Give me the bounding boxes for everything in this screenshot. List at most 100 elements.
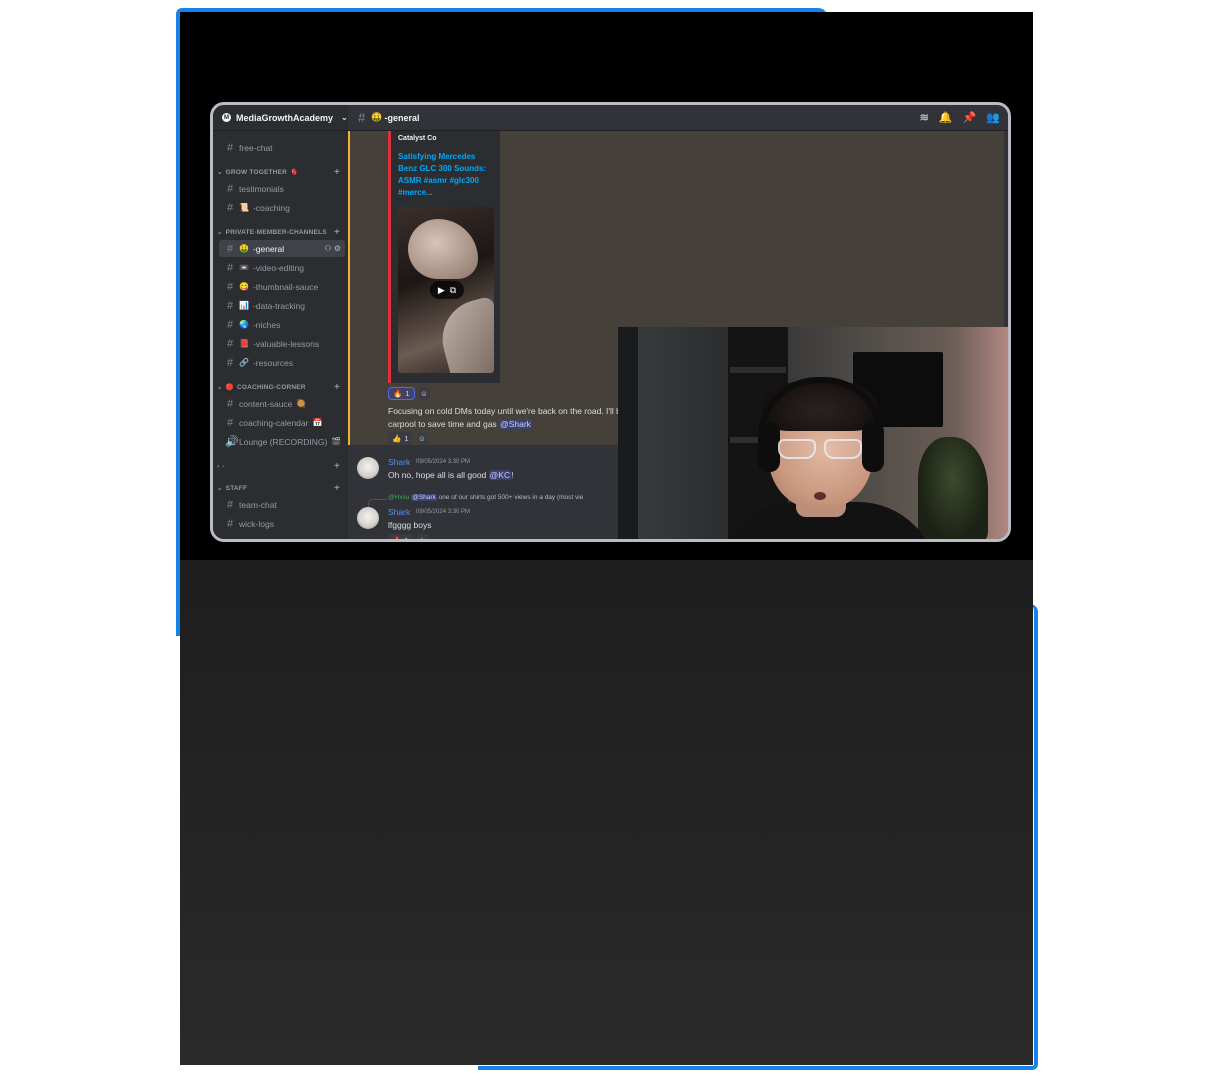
- channel-emoji: 📼: [239, 263, 249, 272]
- sidebar-item-thumbnail-sauce[interactable]: # 😋 -thumbnail-sauce: [219, 278, 345, 295]
- video-embed: Catalyst Co Satisfying Mercedes Benz GLC…: [388, 131, 500, 383]
- plus-icon[interactable]: +: [334, 167, 340, 178]
- channel-emoji: 😋: [239, 282, 249, 291]
- category-coaching-corner[interactable]: ⌄ 🔴 COACHING-CORNER +: [217, 381, 343, 393]
- category-grow-together[interactable]: ⌄ GROW TOGETHER 🫀 +: [217, 166, 343, 178]
- add-reaction-icon[interactable]: ☺: [418, 387, 430, 400]
- sidebar-item-niches[interactable]: # 🌏 -niches: [219, 316, 345, 333]
- hash-icon: #: [226, 280, 234, 293]
- message-body: lfgggg boys: [388, 520, 432, 530]
- hash-icon: #: [226, 397, 234, 410]
- header-toolbar: ≋ 🔔 📌 👥: [920, 111, 1000, 124]
- reply-connector: [368, 499, 387, 507]
- sidebar-item-resources[interactable]: # 🔗 -resources: [219, 354, 345, 371]
- chevron-down-icon: ⌄: [217, 229, 223, 236]
- channel-label: content-sauce: [239, 398, 293, 409]
- cam-window: [618, 327, 638, 539]
- hash-icon: #: [226, 242, 234, 255]
- sidebar-item-content-sauce[interactable]: # content-sauce 🥘: [219, 395, 345, 412]
- channel-label: -niches: [252, 319, 281, 330]
- members-icon[interactable]: 👥: [986, 111, 1000, 124]
- sidebar-item-data-tracking[interactable]: # 📊 -data-tracking: [219, 297, 345, 314]
- category-label: -: [222, 462, 225, 470]
- glasses-lens-right: [824, 439, 862, 459]
- server-logo-icon: M: [222, 113, 231, 122]
- reaction-thumbs-up[interactable]: 👍 1: [388, 432, 413, 445]
- play-button[interactable]: ▶ ⧉: [430, 281, 464, 299]
- open-external-icon: ⧉: [449, 284, 457, 295]
- sidebar-item-testimonials[interactable]: # testimonials: [219, 180, 345, 197]
- avatar[interactable]: [357, 457, 379, 479]
- server-header[interactable]: M MediaGrowthAcademy ⌄: [213, 105, 348, 131]
- channel-label: -general: [252, 243, 285, 254]
- reaction-emoji: 🔥: [392, 536, 402, 542]
- hash-icon: #: [226, 337, 234, 350]
- plus-icon[interactable]: +: [334, 483, 340, 494]
- chevron-down-icon: ⌄: [217, 384, 223, 391]
- mention-kc[interactable]: @KC: [488, 470, 512, 480]
- server-name: MediaGrowthAcademy: [236, 112, 334, 123]
- channel-emoji: 📕: [239, 339, 249, 348]
- bell-icon[interactable]: 🔔: [939, 111, 953, 124]
- invite-settings-icon[interactable]: ⚇ ⚙: [324, 244, 341, 253]
- glasses-lens-left: [778, 439, 816, 459]
- sidebar-item-team-chat[interactable]: # team-chat: [219, 496, 345, 513]
- cam-person-glasses: [776, 439, 868, 461]
- sidebar-item-lounge[interactable]: 🔊 Lounge (RECORDING) 🎬: [219, 433, 345, 450]
- chevron-right-icon: ›: [217, 462, 220, 470]
- embed-thumbnail[interactable]: ▶ ⧉: [398, 207, 494, 373]
- chevron-down-icon: ⌄: [341, 113, 348, 122]
- message-timestamp: 09/05/2024 3:30 PM: [416, 509, 471, 515]
- message-text-line2: carpool to save time and gas @Shark: [388, 418, 532, 431]
- category-dash[interactable]: › - +: [217, 460, 343, 472]
- message-author[interactable]: Shark: [388, 507, 410, 517]
- sidebar-item-free-chat[interactable]: # free-chat: [219, 139, 345, 156]
- category-staff[interactable]: ⌄ STAFF +: [217, 482, 343, 494]
- mention-shark[interactable]: @Shark: [499, 419, 532, 429]
- message-author[interactable]: Shark: [388, 457, 410, 467]
- channel-label: testimonials: [239, 183, 284, 194]
- channel-emoji: 🤑: [239, 244, 249, 253]
- channel-emoji: 📅: [312, 418, 323, 427]
- speaker-icon: 🔊: [225, 436, 239, 448]
- chevron-down-icon: ⌄: [217, 169, 223, 176]
- channel-emoji: 🤑: [371, 112, 383, 122]
- reaction-emoji: 🔥: [393, 389, 403, 398]
- category-label: STAFF: [225, 484, 248, 492]
- plus-icon[interactable]: +: [334, 461, 340, 472]
- avatar[interactable]: [357, 507, 379, 529]
- threads-icon[interactable]: ≋: [920, 111, 929, 124]
- reaction-fire[interactable]: 🔥 1: [388, 534, 413, 542]
- channel-label: Lounge (RECORDING): [239, 436, 328, 447]
- message-text: Oh no, hope all is all good: [388, 470, 487, 480]
- channel-emoji: 🌏: [239, 320, 249, 329]
- sidebar-item-video-editing[interactable]: # 📼 -video-editing: [219, 259, 345, 276]
- sidebar-item-wick-logs[interactable]: # wick-logs: [219, 515, 345, 532]
- discord-window: M MediaGrowthAcademy ⌄ # free-chat ⌄ GRO…: [210, 102, 1011, 542]
- channel-emoji: 🥘: [296, 399, 307, 408]
- embed-title-link[interactable]: Satisfying Mercedes Benz GLC 300 Sounds:…: [398, 151, 494, 199]
- play-icon: ▶: [437, 284, 445, 295]
- add-reaction-icon[interactable]: ☺: [416, 432, 428, 445]
- plus-icon[interactable]: +: [334, 227, 340, 238]
- add-reaction-icon[interactable]: ☺: [416, 534, 428, 539]
- pin-icon[interactable]: 📌: [963, 111, 977, 124]
- reply-preview[interactable]: @Hxsu @Shark one of our shirts got 500+ …: [388, 494, 583, 501]
- reaction-count: 1: [404, 536, 409, 542]
- channel-sidebar: M MediaGrowthAcademy ⌄ # free-chat ⌄ GRO…: [213, 105, 348, 539]
- sidebar-item-coaching-calendar[interactable]: # coaching-calendar 📅: [219, 414, 345, 431]
- channel-label: team-chat: [239, 499, 277, 510]
- sidebar-item-coaching[interactable]: # 📜 -coaching: [219, 199, 345, 216]
- reaction-bar-2: 👍 1 ☺: [388, 432, 428, 445]
- hash-icon: #: [226, 299, 234, 312]
- plus-icon[interactable]: +: [334, 382, 340, 393]
- message-text: carpool to save time and gas: [388, 419, 497, 429]
- channel-label: coaching-calendar: [239, 417, 309, 428]
- sidebar-item-valuable-lessons[interactable]: # 📕 -valuable-lessons: [219, 335, 345, 352]
- reaction-fire[interactable]: 🔥 1: [388, 387, 415, 400]
- category-private-member-channels[interactable]: ⌄ PRIVATE-MEMBER-CHANNELS +: [217, 226, 343, 238]
- channel-label: -data-tracking: [252, 300, 305, 311]
- cam-shelf-board: [730, 367, 786, 373]
- sidebar-item-general[interactable]: # 🤑 -general ⚇ ⚙: [219, 240, 345, 257]
- reaction-bar-3: 🔥 1 ☺: [388, 534, 428, 542]
